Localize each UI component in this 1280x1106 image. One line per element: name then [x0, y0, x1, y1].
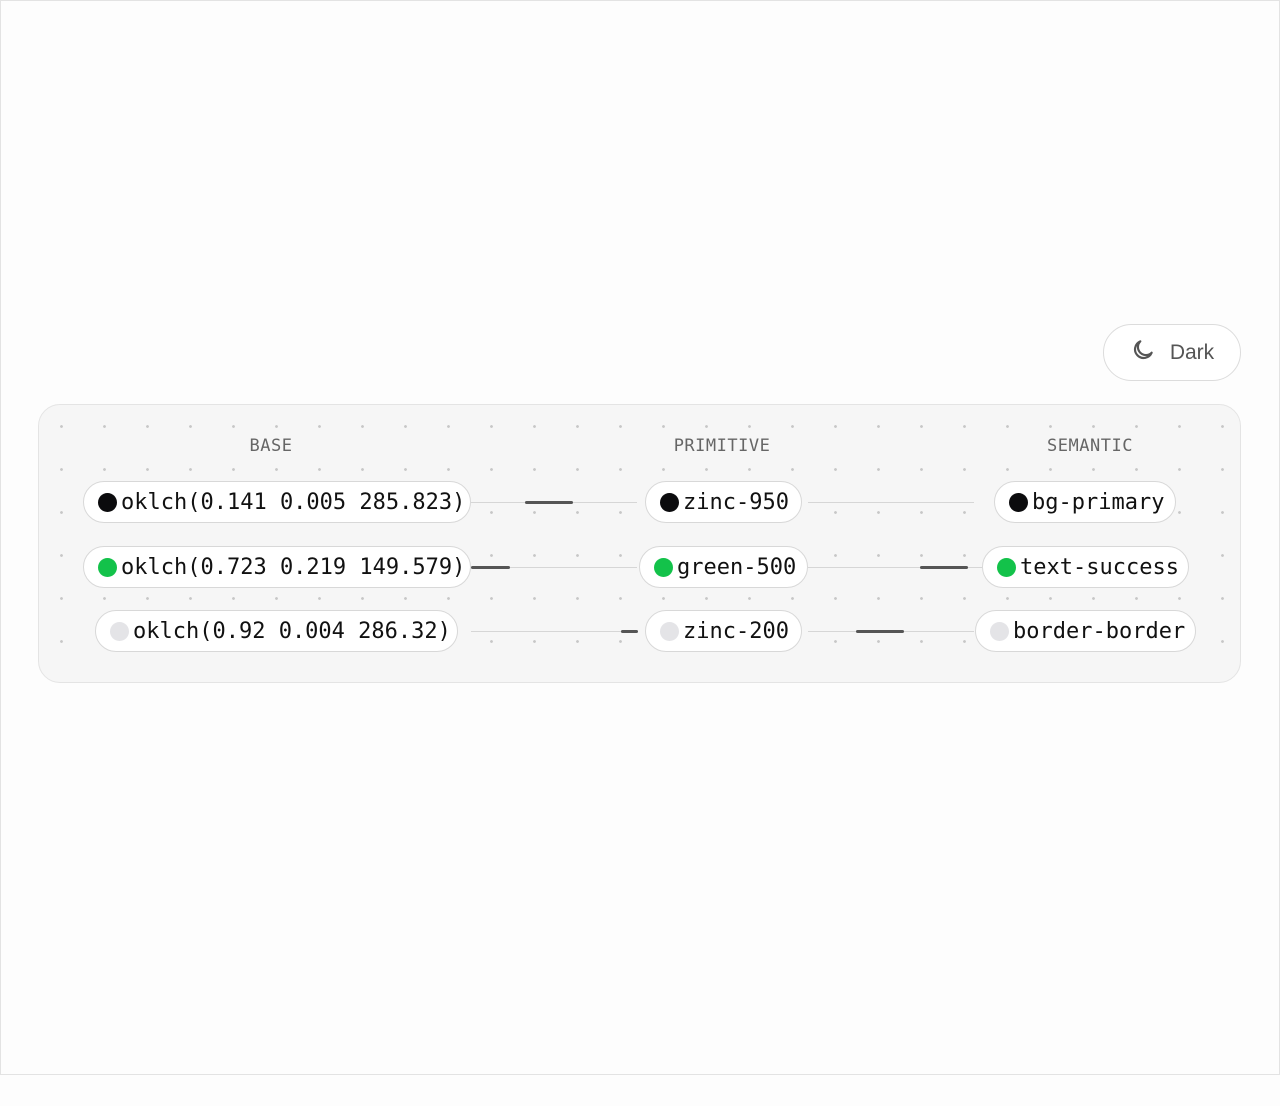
edge-flow-indicator — [920, 566, 968, 569]
primitive-token-name: green-500 — [677, 554, 797, 580]
edge-flow-indicator — [856, 630, 904, 633]
color-swatch — [990, 621, 1009, 641]
primitive-node[interactable]: zinc-950 — [645, 481, 802, 523]
color-swatch — [110, 621, 129, 641]
primitive-token-name: zinc-950 — [683, 489, 789, 515]
semantic-token-name: bg-primary — [1032, 489, 1165, 515]
color-swatch — [98, 492, 117, 512]
base-node[interactable]: oklch(0.723 0.219 149.579) — [83, 546, 471, 588]
color-swatch — [1009, 492, 1028, 512]
semantic-node[interactable]: text-success — [982, 546, 1189, 588]
color-swatch — [98, 557, 117, 577]
base-token-value: oklch(0.141 0.005 285.823) — [121, 489, 466, 515]
semantic-token-name: border-border — [1013, 618, 1186, 644]
color-swatch — [660, 621, 679, 641]
edge-primitive-semantic — [808, 502, 974, 503]
edge-flow-indicator — [525, 501, 573, 504]
primitive-node[interactable]: zinc-200 — [645, 610, 802, 652]
theme-toggle-label: Dark — [1169, 340, 1215, 364]
base-token-value: oklch(0.723 0.219 149.579) — [121, 554, 466, 580]
semantic-token-name: text-success — [1020, 554, 1179, 580]
base-token-value: oklch(0.92 0.004 286.32) — [133, 618, 451, 644]
primitive-node[interactable]: green-500 — [639, 546, 808, 588]
edge-base-primitive — [471, 631, 637, 632]
bottom-bar — [0, 1074, 1280, 1106]
column-header-semantic: SEMANTIC — [1047, 436, 1133, 456]
primitive-token-name: zinc-200 — [683, 618, 789, 644]
column-header-base: BASE — [249, 436, 293, 456]
base-node[interactable]: oklch(0.141 0.005 285.823) — [83, 481, 471, 523]
edge-flow-indicator — [621, 630, 638, 633]
moon-icon — [1130, 337, 1156, 369]
edge-flow-indicator — [471, 566, 510, 569]
semantic-node[interactable]: bg-primary — [994, 481, 1176, 523]
column-header-primitive: PRIMITIVE — [673, 436, 771, 456]
semantic-node[interactable]: border-border — [975, 610, 1196, 652]
color-swatch — [654, 557, 673, 577]
color-swatch — [997, 557, 1016, 577]
color-swatch — [660, 492, 679, 512]
theme-toggle-button[interactable]: Dark — [1103, 324, 1241, 381]
base-node[interactable]: oklch(0.92 0.004 286.32) — [95, 610, 458, 652]
